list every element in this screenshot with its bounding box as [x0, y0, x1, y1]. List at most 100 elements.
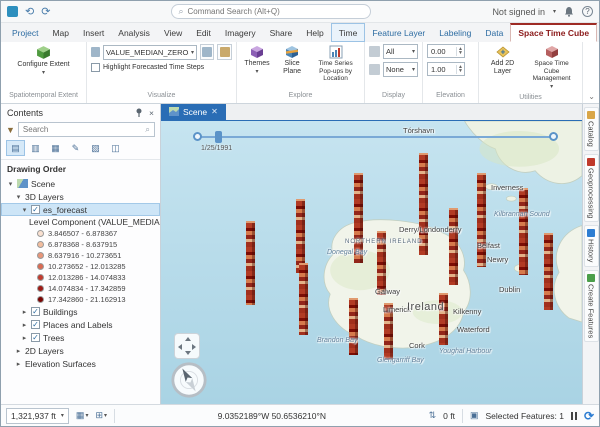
- filter-funnel-icon[interactable]: ▼: [6, 125, 15, 135]
- list-by-selection-button[interactable]: ▦: [46, 140, 65, 156]
- snapping-toggle-button[interactable]: ▦▾: [76, 410, 89, 421]
- themes-button[interactable]: Themes ▾: [241, 44, 273, 77]
- grid-toggle-button[interactable]: ⊞▾: [95, 410, 107, 421]
- tab-create-features[interactable]: Create Features: [584, 270, 599, 342]
- cursor-coordinates[interactable]: 9.0352189°W 50.6536210°N: [122, 411, 422, 421]
- expand-icon[interactable]: ▸: [21, 308, 28, 316]
- tree-item-2d-layers[interactable]: ▸ 2D Layers: [1, 344, 160, 357]
- list-by-drawing-order-button[interactable]: ▤: [6, 140, 25, 156]
- tab-feature-layer[interactable]: Feature Layer: [365, 23, 432, 42]
- tab-share[interactable]: Share: [263, 23, 300, 42]
- tab-imagery[interactable]: Imagery: [218, 23, 263, 42]
- ribbon-collapse-chevron[interactable]: ⌄: [588, 92, 595, 101]
- notification-bell-icon[interactable]: [564, 6, 574, 17]
- tab-space-time-cube[interactable]: Space Time Cube: [510, 23, 597, 42]
- contents-search-box[interactable]: ⌕: [18, 122, 155, 137]
- tab-labeling[interactable]: Labeling: [432, 23, 478, 42]
- time-slider-end-handle[interactable]: [549, 132, 558, 141]
- tab-help[interactable]: Help: [299, 23, 330, 42]
- highlight-forecasted-checkbox[interactable]: Highlight Forecasted Time Steps: [91, 63, 232, 72]
- spacetime-column[interactable]: [544, 233, 553, 310]
- contents-search-input[interactable]: [23, 125, 142, 134]
- tab-geoprocessing[interactable]: Geoprocessing: [584, 154, 599, 222]
- tab-map[interactable]: Map: [45, 23, 76, 42]
- time-slider[interactable]: 1/25/1991: [193, 130, 558, 152]
- tree-item-trees[interactable]: ▸ Trees: [1, 331, 160, 344]
- map-canvas[interactable]: Tórshavn Inverness Kilbrannan Sound Derr…: [161, 121, 582, 404]
- tab-time[interactable]: Time: [331, 23, 366, 42]
- close-icon[interactable]: ×: [149, 108, 154, 118]
- scale-selector[interactable]: 1,321,937 ft ▾: [6, 408, 69, 424]
- redo-icon[interactable]: ⟳: [41, 5, 50, 18]
- pan-down-icon[interactable]: [185, 351, 191, 355]
- tab-history[interactable]: History: [584, 225, 599, 266]
- close-icon[interactable]: ✕: [211, 107, 218, 116]
- spinner-arrows-icon[interactable]: ▲▼: [456, 47, 464, 56]
- tab-project[interactable]: Project: [5, 23, 45, 42]
- variable-combo[interactable]: VALUE_MEDIAN_ZEROS ▾: [103, 45, 197, 60]
- list-by-snapping-button[interactable]: ▧: [86, 140, 105, 156]
- elevation-spinner-top[interactable]: 0.00▲▼: [427, 44, 465, 58]
- pan-left-icon[interactable]: [178, 344, 182, 350]
- tree-item-3d-layers[interactable]: ▾ 3D Layers: [1, 190, 160, 203]
- tree-item-scene[interactable]: ▾ Scene: [1, 177, 160, 190]
- tree-item-buildings[interactable]: ▸ Buildings: [1, 305, 160, 318]
- tree-item-places-and-labels[interactable]: ▸ Places and Labels: [1, 318, 160, 331]
- spacetime-column[interactable]: [299, 263, 308, 335]
- pause-drawing-button[interactable]: [571, 412, 577, 420]
- spinner-arrows-icon[interactable]: ▲▼: [456, 65, 464, 74]
- tree-item-es-forecast[interactable]: ▾ es_forecast: [1, 203, 160, 216]
- spacetime-column[interactable]: [296, 199, 305, 273]
- expand-icon[interactable]: ▸: [21, 334, 28, 342]
- layer-checkbox[interactable]: [31, 333, 40, 342]
- layer-checkbox[interactable]: [31, 205, 40, 214]
- layer-checkbox[interactable]: [31, 307, 40, 316]
- refresh-view-icon[interactable]: ⟳: [584, 409, 594, 423]
- display-none-combo[interactable]: None▾: [383, 62, 418, 77]
- tree-item-level-component[interactable]: Level Component (VALUE_MEDIAN_ZEROS): [1, 216, 160, 228]
- spacetime-column[interactable]: [519, 188, 528, 275]
- tab-data[interactable]: Data: [478, 23, 510, 42]
- list-by-editing-button[interactable]: ✎: [66, 140, 85, 156]
- tab-catalog[interactable]: Catalog: [584, 107, 599, 151]
- visualize-tool-button-1[interactable]: [200, 44, 215, 60]
- expand-icon[interactable]: ▾: [7, 180, 14, 188]
- list-by-labeling-button[interactable]: ◫: [106, 140, 125, 156]
- expand-icon[interactable]: ▸: [21, 321, 28, 329]
- expand-icon[interactable]: ▾: [21, 206, 28, 214]
- space-time-cube-management-button[interactable]: Space Time Cube Management ▾: [525, 44, 578, 92]
- expand-icon[interactable]: ▾: [15, 193, 22, 201]
- layer-checkbox[interactable]: [31, 320, 40, 329]
- time-series-popups-button[interactable]: Time Series Pop-ups by Location: [311, 44, 360, 84]
- command-search-input[interactable]: [187, 7, 364, 16]
- list-by-source-button[interactable]: ▥: [26, 140, 45, 156]
- spacetime-column[interactable]: [477, 173, 486, 267]
- undo-icon[interactable]: ⟲: [25, 5, 34, 18]
- add-2d-layer-button[interactable]: + Add 2D Layer: [483, 44, 522, 76]
- pan-right-icon[interactable]: [192, 344, 196, 350]
- pan-up-icon[interactable]: [185, 337, 191, 341]
- sign-in-status[interactable]: Not signed in: [492, 7, 545, 17]
- tab-insert[interactable]: Insert: [76, 23, 111, 42]
- scene-view-tab[interactable]: Scene ✕: [161, 103, 226, 120]
- spacetime-column[interactable]: [246, 221, 255, 305]
- selected-features-count[interactable]: Selected Features: 1: [486, 411, 564, 421]
- elevation-spinner-bottom[interactable]: 1.00▲▼: [427, 62, 465, 76]
- display-all-combo[interactable]: All▾: [383, 44, 418, 59]
- tree-item-elevation-surfaces[interactable]: ▸ Elevation Surfaces: [1, 357, 160, 370]
- expand-icon[interactable]: ▸: [15, 347, 22, 355]
- time-slider-current-handle[interactable]: [215, 131, 222, 143]
- pan-control[interactable]: [174, 333, 200, 359]
- configure-extent-button[interactable]: Configure Extent ▾: [15, 44, 71, 78]
- slice-plane-button[interactable]: Slice Plane: [276, 44, 308, 76]
- tab-analysis[interactable]: Analysis: [111, 23, 157, 42]
- expand-icon[interactable]: ▸: [15, 360, 22, 368]
- command-search[interactable]: ⌕: [171, 4, 371, 19]
- tab-edit[interactable]: Edit: [189, 23, 218, 42]
- help-icon[interactable]: ?: [582, 6, 593, 17]
- visualize-tool-button-2[interactable]: [217, 44, 232, 60]
- compass-control[interactable]: [170, 361, 208, 404]
- spacetime-column[interactable]: [449, 208, 458, 285]
- tab-view[interactable]: View: [157, 23, 189, 42]
- spacetime-column[interactable]: [349, 298, 358, 355]
